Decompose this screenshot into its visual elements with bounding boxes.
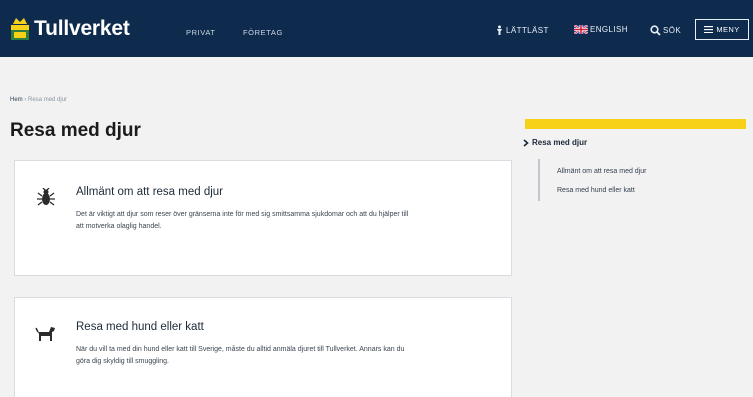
breadcrumb-current: Resa med djur — [28, 97, 68, 103]
bug-icon — [35, 187, 57, 208]
breadcrumb-separator: › — [24, 97, 27, 103]
nav-privat[interactable]: PRIVAT — [186, 28, 216, 37]
sidebar-heading-label: Resa med djur — [532, 138, 588, 147]
sidebar-link-general[interactable]: Allmänt om att resa med djur — [557, 168, 646, 175]
sidebar-heading[interactable]: Resa med djur — [523, 138, 587, 147]
chevron-right-icon — [523, 138, 529, 147]
card-general-info[interactable]: Allmänt om att resa med djur Det är vikt… — [14, 160, 512, 276]
card-title[interactable]: Resa med hund eller katt — [76, 321, 204, 333]
card-description: Det är viktigt att djur som reser över g… — [76, 211, 409, 230]
sidebar-accent-bar — [525, 119, 746, 129]
breadcrumb-home[interactable]: Hem — [10, 97, 23, 103]
menu-button[interactable]: MENY — [695, 19, 749, 40]
card-dog-cat[interactable]: Resa med hund eller katt När du vill ta … — [14, 297, 512, 397]
menu-label: MENY — [716, 25, 740, 34]
dog-icon — [35, 323, 57, 343]
english-link[interactable]: ENGLISH — [574, 25, 628, 34]
breadcrumb: Hem › Resa med djur — [10, 97, 67, 103]
crown-logo-icon — [10, 16, 30, 42]
easy-read-label: LÄTTLÄST — [506, 25, 549, 35]
search-label: SÖK — [663, 26, 682, 35]
easy-read-link[interactable]: LÄTTLÄST — [496, 25, 549, 35]
card-title[interactable]: Allmänt om att resa med djur — [76, 186, 223, 198]
uk-flag-icon — [574, 25, 588, 34]
logo-text: Tullverket — [34, 17, 130, 40]
sidebar-link-dog-cat[interactable]: Resa med hund eller katt — [557, 187, 635, 194]
top-navigation-bar: Tullverket PRIVAT FÖRETAG LÄTTLÄST ENGLI… — [0, 0, 753, 57]
sidebar-divider — [538, 159, 540, 201]
page-title: Resa med djur — [10, 120, 141, 141]
card-description: När du vill ta med din hund eller katt t… — [76, 346, 405, 365]
search-icon — [650, 25, 661, 36]
search-link[interactable]: SÖK — [650, 25, 681, 36]
english-label: ENGLISH — [590, 25, 628, 34]
tullverket-logo[interactable]: Tullverket — [10, 16, 130, 42]
nav-foretag[interactable]: FÖRETAG — [243, 28, 283, 37]
hamburger-icon — [704, 26, 714, 33]
easy-read-icon — [497, 25, 502, 35]
